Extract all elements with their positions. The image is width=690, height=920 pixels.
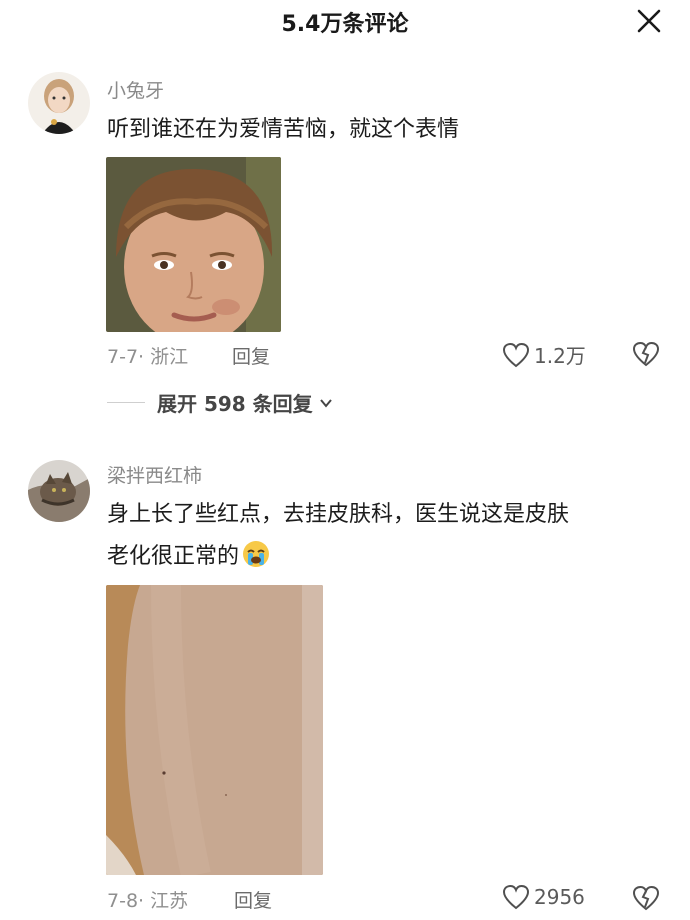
comment-text: 听到谁还在为爱情苦恼，就这个表情 (107, 117, 460, 142)
avatar[interactable] (28, 460, 90, 522)
comments-header: 5.4万条评论 (0, 0, 690, 44)
avatar[interactable] (28, 72, 90, 134)
comment-date-location: 7-8· 江苏 (107, 890, 189, 912)
like-button[interactable]: 2956 (502, 884, 585, 910)
chevron-down-icon (319, 398, 332, 408)
comment-text-line-2: 老化很正常的 (107, 537, 667, 577)
expand-replies-button[interactable]: 展开 598 条回复 (107, 388, 335, 417)
comment-text: 身上长了些红点，去挂皮肤科，医生说这是皮肤 老化很正常的 (107, 495, 667, 577)
username[interactable]: 梁拌西红柿 (107, 461, 202, 488)
like-count: 1.2万 (534, 344, 586, 368)
like-count: 2956 (534, 885, 585, 909)
expand-replies-label: 展开 598 条回复 (157, 392, 313, 416)
expand-divider (107, 402, 145, 403)
comment-image-boy[interactable] (106, 157, 281, 332)
comment-date-location: 7-7· 浙江 (107, 346, 189, 368)
comment-count-title: 5.4万条评论 (281, 12, 409, 37)
broken-heart-icon[interactable] (632, 341, 660, 367)
username[interactable]: 小兔牙 (107, 76, 164, 103)
crying-emoji-icon (243, 541, 270, 567)
like-button[interactable]: 1.2万 (502, 340, 586, 369)
reply-button[interactable]: 回复 (234, 886, 272, 913)
heart-icon (502, 884, 530, 910)
broken-heart-icon[interactable] (632, 885, 660, 911)
comment-image-skin[interactable] (106, 585, 323, 875)
reply-button[interactable]: 回复 (232, 342, 270, 369)
heart-icon (502, 342, 530, 367)
comment-text-line: 老化很正常的 (107, 544, 240, 569)
close-icon[interactable] (636, 8, 662, 34)
comment-text-line: 身上长了些红点，去挂皮肤科，医生说这是皮肤 (107, 502, 570, 527)
